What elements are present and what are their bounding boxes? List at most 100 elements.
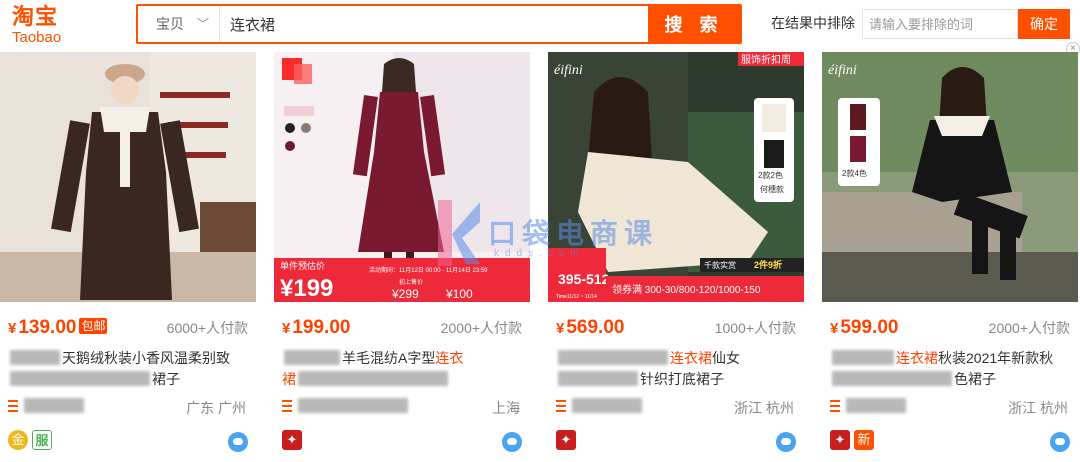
service-badges: ✦ <box>282 430 306 454</box>
yen-symbol: ¥ <box>830 320 839 337</box>
product-price: ¥139.00 包邮 <box>8 316 108 341</box>
taobao-search-results: 淘宝 Taobao 宝贝 ﹀ 搜 索 在结果中排除 确定 × <box>0 0 1080 462</box>
shop-location: 上海 <box>492 400 520 416</box>
search-box: 宝贝 ﹀ 搜 索 <box>136 4 742 44</box>
tmall-icon: ✦ <box>830 430 850 450</box>
product-title[interactable]: 连衣裙秋装2021年新款秋 色裙子 <box>830 348 1068 390</box>
title-text: 仙女 <box>712 350 740 366</box>
product-price: ¥599.00 <box>830 316 898 341</box>
promo-variants: 2款4色 <box>842 168 867 178</box>
yen-symbol: ¥ <box>556 320 565 337</box>
exclude-input[interactable] <box>862 9 1018 39</box>
promo-deal: 2件9折 <box>754 259 782 270</box>
shop-line: 广东 广州 <box>8 398 246 418</box>
title-text-2: 针织打底裙子 <box>640 371 724 387</box>
promo-variant-note: 何穗款 <box>760 184 784 194</box>
title-highlight-2: 裙 <box>282 371 296 387</box>
promo-price: ¥199 <box>280 275 333 302</box>
price-value: 569.00 <box>566 317 625 338</box>
brand-logo: éifini <box>554 63 583 78</box>
shop-line: 浙江 杭州 <box>556 398 794 418</box>
promo-variants: 2款2色 <box>758 170 783 180</box>
sales-count: 1000+人付款 <box>714 320 796 336</box>
chat-icon[interactable] <box>502 432 522 452</box>
blurred-text <box>558 350 668 365</box>
promo-hot: 千款实赏 <box>704 260 736 270</box>
blurred-shop-name[interactable] <box>572 398 642 413</box>
shop-icon <box>8 400 18 414</box>
search-button[interactable]: 搜 索 <box>648 6 740 42</box>
shop-location: 浙江 杭州 <box>1008 400 1068 416</box>
product-title[interactable]: 羊毛混纺A字型连衣 裙 <box>282 348 520 390</box>
blurred-shop-name[interactable] <box>846 398 906 413</box>
free-shipping-badge: 包邮 <box>79 318 108 334</box>
sales-count: 2000+人付款 <box>988 320 1070 336</box>
title-highlight: 连衣 <box>435 350 464 366</box>
shop-location: 广东 广州 <box>186 400 246 416</box>
taobao-logo[interactable]: 淘宝 Taobao <box>12 4 92 48</box>
promo-orig: ¥299 <box>391 287 419 301</box>
shop-icon <box>830 400 840 414</box>
title-text: 羊毛混纺A字型 <box>342 350 436 366</box>
chat-icon[interactable] <box>776 432 796 452</box>
blurred-text <box>298 371 448 386</box>
product-title[interactable]: 天鹅绒秋装小香风温柔别致 裙子 <box>8 348 246 390</box>
shop-icon <box>282 400 292 414</box>
price-value: 599.00 <box>840 317 899 338</box>
new-badge: 新 <box>854 430 874 450</box>
product-card[interactable]: 2款4色 éifini ¥599.00 2000+人付款 连衣裙秋装2021年新… <box>822 52 1078 462</box>
product-card[interactable]: 单件预估价 ¥199 活动期间：11月12日 00:00 - 11月14日 23… <box>274 52 530 462</box>
yen-symbol: ¥ <box>282 320 291 337</box>
price-value: 199.00 <box>292 317 351 338</box>
service-badges: 金服 <box>8 430 56 454</box>
chat-icon[interactable] <box>1050 432 1070 452</box>
blurred-text <box>832 350 894 365</box>
blurred-shop-name[interactable] <box>24 398 84 413</box>
promo-saving: ¥100 <box>445 287 473 301</box>
search-header: 淘宝 Taobao 宝贝 ﹀ 搜 索 在结果中排除 确定 × <box>0 0 1080 56</box>
search-scope-label: 宝贝 <box>156 16 184 32</box>
product-image[interactable] <box>0 52 256 302</box>
product-image[interactable]: 单件预估价 ¥199 活动期间：11月12日 00:00 - 11月14日 23… <box>274 52 530 302</box>
blurred-text <box>832 371 952 386</box>
product-price: ¥569.00 <box>556 316 624 341</box>
confirm-button[interactable]: 确定 <box>1018 9 1070 39</box>
promo-banner: 服饰折扣周 <box>741 53 791 66</box>
promo-orig-label: 初上售价 <box>399 278 423 286</box>
product-card[interactable]: ¥139.00 包邮 6000+人付款 天鹅绒秋装小香风温柔别致 裙子 广东 广州… <box>0 52 256 462</box>
blurred-shop-name[interactable] <box>298 398 408 413</box>
tmall-icon: ✦ <box>556 430 576 450</box>
brand-logo: éifini <box>828 63 857 78</box>
yen-symbol: ¥ <box>8 320 17 337</box>
title-highlight: 连衣裙 <box>670 350 712 366</box>
search-scope-dropdown[interactable]: 宝贝 ﹀ <box>138 6 220 42</box>
shop-icon <box>556 400 566 414</box>
sales-count: 2000+人付款 <box>440 320 522 336</box>
promo-tag: 单件预估价 <box>280 260 325 271</box>
promo-price: 395-512 <box>558 271 610 287</box>
title-highlight: 连衣裙 <box>896 350 938 366</box>
promo-date: Time11/12 ~ 11/14 <box>556 294 597 300</box>
product-image[interactable]: 2款4色 éifini <box>822 52 1078 302</box>
blurred-text <box>558 371 638 386</box>
tmall-icon: ✦ <box>282 430 302 450</box>
price-value: 139.00 <box>18 317 77 338</box>
service-badges: ✦ <box>556 430 580 454</box>
chat-icon[interactable] <box>228 432 248 452</box>
title-text-2: 色裙子 <box>954 371 996 387</box>
blurred-text <box>10 371 150 386</box>
product-price: ¥199.00 <box>282 316 350 341</box>
shop-line: 浙江 杭州 <box>830 398 1068 418</box>
sales-count: 6000+人付款 <box>166 320 248 336</box>
service-badges: ✦ 新 <box>830 430 878 454</box>
shop-line: 上海 <box>282 398 520 418</box>
product-image[interactable]: 服饰折扣周 éifini 2款2色 何穗款 千款实赏 2件9折 395-512 … <box>548 52 804 302</box>
exclude-label: 在结果中排除 <box>771 15 855 31</box>
logo-chinese: 淘宝 <box>12 4 59 29</box>
title-text-2: 裙子 <box>152 371 180 387</box>
service-icon: 服 <box>32 430 52 450</box>
search-input[interactable] <box>222 6 648 42</box>
product-title[interactable]: 连衣裙仙女 针织打底裙子 <box>556 348 794 390</box>
blurred-text <box>10 350 60 365</box>
product-card[interactable]: 服饰折扣周 éifini 2款2色 何穗款 千款实赏 2件9折 395-512 … <box>548 52 804 462</box>
